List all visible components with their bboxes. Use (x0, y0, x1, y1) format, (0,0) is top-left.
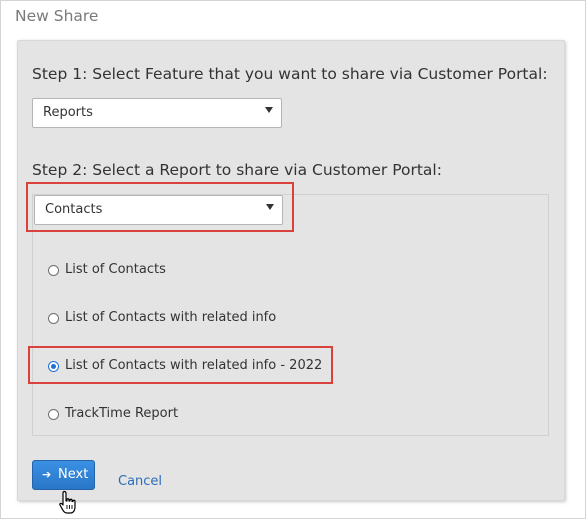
next-button-label: Next (58, 467, 89, 482)
report-select[interactable]: Contacts (34, 195, 283, 225)
radio-button[interactable] (48, 265, 59, 276)
cancel-link[interactable]: Cancel (118, 474, 162, 489)
report-option-label: TrackTime Report (65, 406, 179, 421)
dialog-title: New Share (15, 7, 99, 25)
next-button[interactable]: ➔ Next (32, 460, 95, 490)
report-option-label: List of Contacts with related info (65, 310, 277, 325)
radio-button[interactable] (48, 313, 59, 324)
dropdown-arrow-icon (266, 204, 274, 210)
radio-button[interactable] (48, 409, 59, 420)
new-share-dialog: New Share Step 1: Select Feature that yo… (0, 0, 586, 519)
report-option-label: List of Contacts (65, 262, 166, 277)
report-select-value: Contacts (45, 202, 103, 217)
step1-label: Step 1: Select Feature that you want to … (32, 65, 548, 83)
arrow-right-icon: ➔ (42, 468, 52, 481)
report-option-label: List of Contacts with related info - 202… (65, 358, 323, 373)
hand-pointer-icon (59, 490, 76, 514)
radio-button-selected[interactable] (48, 361, 59, 372)
feature-select[interactable]: Reports (32, 98, 282, 128)
dropdown-arrow-icon (265, 107, 273, 113)
feature-select-value: Reports (43, 105, 93, 120)
step2-label: Step 2: Select a Report to share via Cus… (32, 161, 442, 179)
